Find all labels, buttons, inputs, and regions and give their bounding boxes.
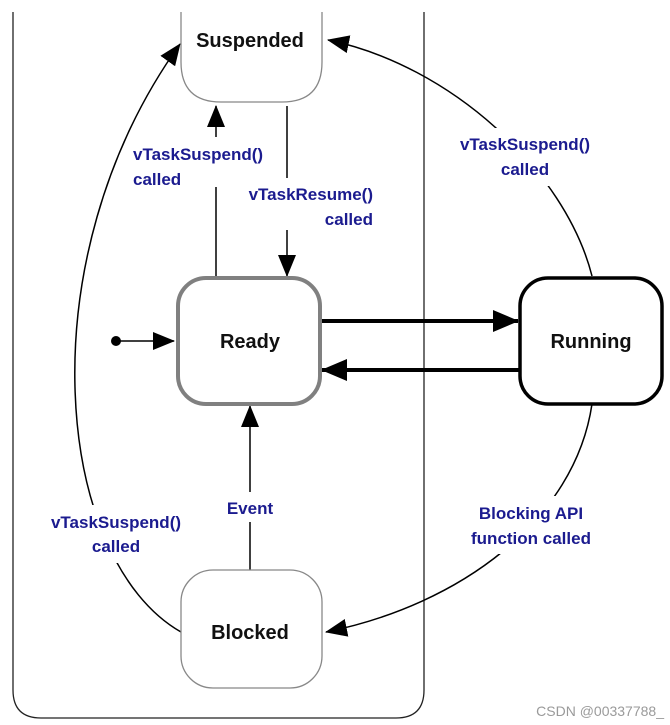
state-ready: Ready bbox=[176, 276, 322, 406]
label-blocked-to-ready: Event bbox=[227, 499, 274, 518]
state-label: Blocked bbox=[211, 622, 289, 644]
watermark: CSDN @00337788_ bbox=[536, 703, 664, 719]
label-suspended-to-ready: vTaskResume() bbox=[249, 185, 373, 204]
state-label: Suspended bbox=[196, 30, 304, 52]
state-blocked: Blocked bbox=[180, 569, 323, 689]
label-running-to-blocked: Blocking API bbox=[479, 504, 583, 523]
state-label: Ready bbox=[220, 331, 281, 353]
state-label: Running bbox=[550, 331, 631, 353]
state-running: Running bbox=[518, 276, 664, 406]
state-suspended: Suspended bbox=[180, 12, 323, 103]
label-suspended-to-ready: called bbox=[325, 210, 373, 229]
label-running-to-suspended: called bbox=[501, 160, 549, 179]
label-blocked-to-suspended: vTaskSuspend() bbox=[51, 513, 181, 532]
label-ready-to-suspended: called bbox=[133, 170, 181, 189]
label-ready-to-suspended: vTaskSuspend() bbox=[133, 145, 263, 164]
task-state-diagram: Suspended Ready Running Blocked vTaskSus… bbox=[12, 12, 664, 719]
label-running-to-suspended: vTaskSuspend() bbox=[460, 135, 590, 154]
label-blocked-to-suspended: called bbox=[92, 537, 140, 556]
label-running-to-blocked: function called bbox=[471, 529, 591, 548]
